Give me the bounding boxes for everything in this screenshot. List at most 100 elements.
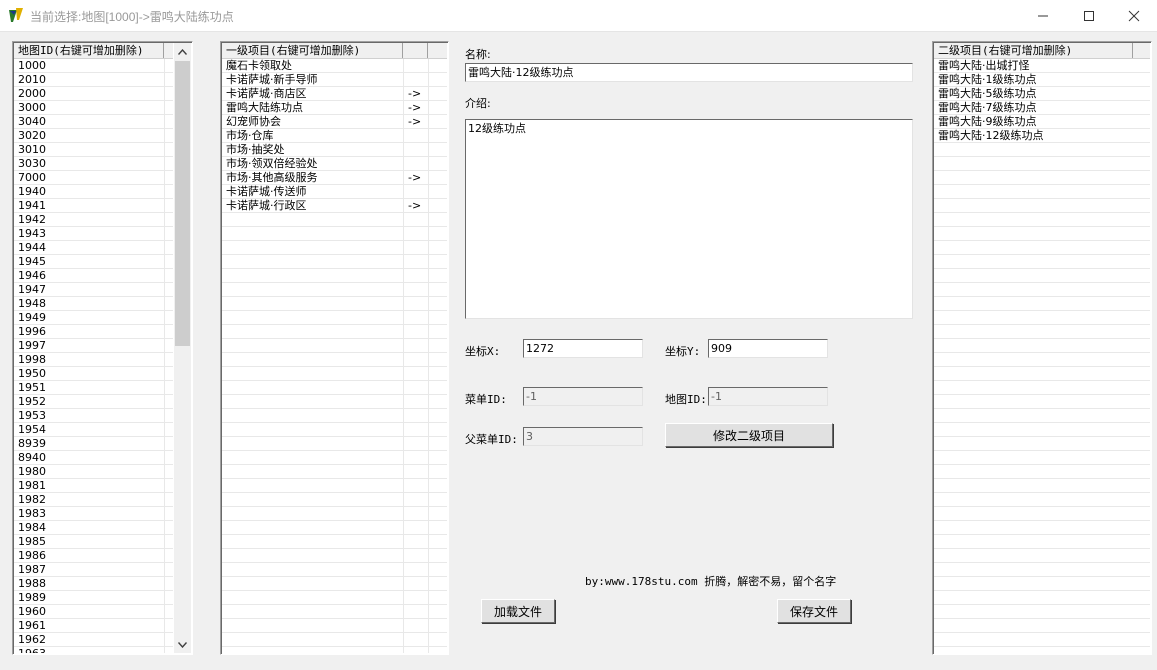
maximize-button[interactable] [1066,0,1112,31]
empty-row [222,577,447,591]
list-item[interactable]: 1961 [14,619,173,633]
list-item[interactable]: 1946 [14,269,173,283]
list-item[interactable]: 1954 [14,423,173,437]
list-item[interactable]: 市场·领双倍经验处 [222,157,447,171]
list-item[interactable]: 1949 [14,311,173,325]
level1-item-name: 市场·领双倍经验处 [226,157,318,170]
level1-list[interactable]: 一级项目(右键可增加删除) 魔石卡领取处 卡诺萨城·新手导师 卡诺萨城·商店区 -> 雷… [220,41,449,655]
list-item[interactable]: 2010 [14,73,173,87]
map-list-scrollbar[interactable] [174,43,191,653]
list-item[interactable]: 3020 [14,129,173,143]
list-item[interactable]: 1981 [14,479,173,493]
list-item[interactable]: 1947 [14,283,173,297]
intro-textarea[interactable]: 12级练功点 [465,119,913,319]
coord-y-input[interactable]: 909 [708,339,828,358]
list-item[interactable]: 魔石卡领取处 [222,59,447,73]
list-item[interactable]: 1985 [14,535,173,549]
map-id-value: 3000 [18,101,46,114]
list-item[interactable]: 雷鸣大陆·7级练功点 [934,101,1150,115]
list-item[interactable]: 市场·仓库 [222,129,447,143]
map-id-value: 7000 [18,171,46,184]
minimize-icon [1038,15,1048,16]
list-item[interactable]: 1953 [14,409,173,423]
list-item[interactable]: 1980 [14,465,173,479]
list-item[interactable]: 3010 [14,143,173,157]
empty-row [934,437,1150,451]
list-item[interactable]: 1960 [14,605,173,619]
list-item[interactable]: 1997 [14,339,173,353]
list-item[interactable]: 1950 [14,367,173,381]
list-item[interactable]: 1996 [14,325,173,339]
list-item[interactable]: 1962 [14,633,173,647]
list-item[interactable]: 1943 [14,227,173,241]
list-item[interactable]: 雷鸣大陆·出城打怪 [934,59,1150,73]
list-item[interactable]: 卡诺萨城·传送师 [222,185,447,199]
map-id-list[interactable]: 地图ID(右键可增加删除) 1000 2010 2000 3000 3040 3020 30… [12,41,193,655]
list-item[interactable]: 1952 [14,395,173,409]
scroll-thumb[interactable] [175,61,190,346]
list-item[interactable]: 1986 [14,549,173,563]
empty-row [934,297,1150,311]
list-item[interactable]: 雷鸣大陆·12级练功点 [934,129,1150,143]
level1-column-header[interactable]: 一级项目(右键可增加删除) [222,43,403,58]
list-item[interactable]: 8940 [14,451,173,465]
list-item[interactable]: 卡诺萨城·商店区 -> [222,87,447,101]
list-item[interactable]: 雷鸣大陆·5级练功点 [934,87,1150,101]
list-item[interactable]: 1963 [14,647,173,653]
list-item[interactable]: 雷鸣大陆·1级练功点 [934,73,1150,87]
minimize-button[interactable] [1020,0,1066,31]
level1-item-name: 卡诺萨城·传送师 [226,185,307,198]
list-item[interactable]: 1948 [14,297,173,311]
list-item[interactable]: 1984 [14,521,173,535]
save-file-button[interactable]: 保存文件 [777,599,851,623]
list-item[interactable]: 1983 [14,507,173,521]
empty-row [222,409,447,423]
list-item[interactable]: 7000 [14,171,173,185]
empty-row [934,185,1150,199]
list-item[interactable]: 雷鸣大陆练功点 -> [222,101,447,115]
empty-row [934,647,1150,653]
scroll-down-icon[interactable] [174,636,191,653]
list-item[interactable]: 1998 [14,353,173,367]
empty-row [934,479,1150,493]
empty-row [934,521,1150,535]
list-item[interactable]: 1942 [14,213,173,227]
list-item[interactable]: 1989 [14,591,173,605]
list-item[interactable]: 1944 [14,241,173,255]
name-input[interactable]: 雷鸣大陆·12级练功点 [465,63,913,82]
list-item[interactable]: 1988 [14,577,173,591]
list-item[interactable]: 3030 [14,157,173,171]
list-item[interactable]: 3000 [14,101,173,115]
scroll-up-icon[interactable] [174,43,191,60]
load-file-button[interactable]: 加载文件 [481,599,555,623]
empty-row [222,535,447,549]
list-item[interactable]: 1951 [14,381,173,395]
list-item[interactable]: 1941 [14,199,173,213]
level2-list[interactable]: 二级项目(右键可增加删除) 雷鸣大陆·出城打怪 雷鸣大陆·1级练功点 雷鸣大陆·5级… [932,41,1152,655]
list-item[interactable]: 1940 [14,185,173,199]
list-item[interactable]: 2000 [14,87,173,101]
empty-row [222,507,447,521]
list-item[interactable]: 雷鸣大陆·9级练功点 [934,115,1150,129]
empty-row [222,521,447,535]
list-item[interactable]: 市场·其他高级服务 -> [222,171,447,185]
list-item[interactable]: 3040 [14,115,173,129]
list-item[interactable]: 幻宠师协会 -> [222,115,447,129]
list-item[interactable]: 市场·抽奖处 [222,143,447,157]
list-item[interactable]: 1000 [14,59,173,73]
level2-item-name: 雷鸣大陆·7级练功点 [938,101,1037,114]
modify-level2-button[interactable]: 修改二级项目 [665,423,833,447]
list-item[interactable]: 8939 [14,437,173,451]
level2-column-header[interactable]: 二级项目(右键可增加删除) [934,43,1133,58]
empty-row [222,493,447,507]
level1-arrow-column-header[interactable] [403,43,428,58]
list-item[interactable]: 1945 [14,255,173,269]
list-item[interactable]: 1982 [14,493,173,507]
map-id-column-header[interactable]: 地图ID(右键可增加删除) [14,43,164,58]
coord-x-input[interactable]: 1272 [523,339,643,358]
list-item[interactable]: 1987 [14,563,173,577]
list-item[interactable]: 卡诺萨城·新手导师 [222,73,447,87]
map-id-value: 1945 [18,255,46,268]
close-button[interactable] [1111,0,1157,31]
list-item[interactable]: 卡诺萨城·行政区 -> [222,199,447,213]
